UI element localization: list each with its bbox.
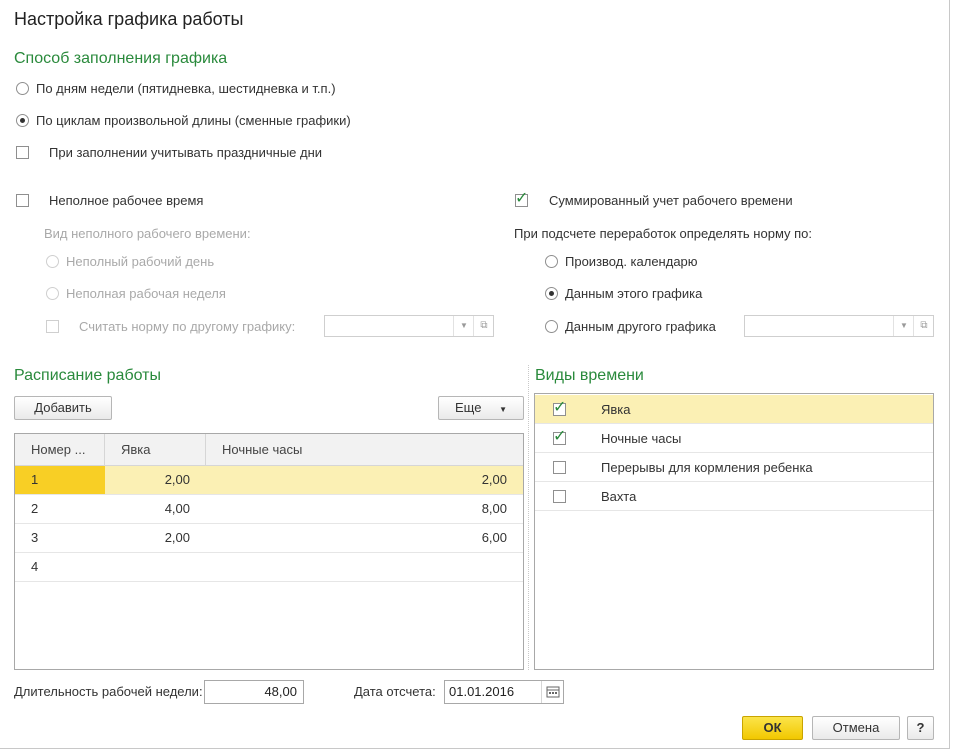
check-mark-icon: ✓ (553, 428, 567, 445)
more-button-label: Еще (455, 400, 482, 415)
time-type-checkbox[interactable] (553, 490, 566, 503)
radio-norm-calendar[interactable] (545, 255, 558, 268)
cell-number: 4 (31, 559, 39, 574)
overtime-norm-label: При подсчете переработок определять норм… (514, 226, 813, 241)
window-title: Настройка графика работы (14, 9, 244, 29)
dropdown-arrow-icon[interactable]: ▼ (893, 316, 914, 336)
schedule-table-header: Номер ... Явка Ночные часы (15, 434, 523, 466)
cell-yavka: 2,00 (164, 530, 190, 545)
part-time-kind-label: Вид неполного рабочего времени: (44, 226, 251, 241)
cell-yavka: 4,00 (164, 501, 190, 516)
fill-method-heading: Способ заполнения графика (14, 50, 228, 67)
schedule-table[interactable]: Номер ... Явка Ночные часы 1 2,00 2,00 2… (14, 433, 524, 670)
cell-number: 1 (15, 466, 105, 494)
cell-night-hours: 6,00 (481, 530, 507, 545)
cell-yavka: 2,00 (164, 472, 190, 487)
radio-part-time-week-label[interactable]: Неполная рабочая неделя (66, 286, 226, 301)
table-row[interactable]: 2 4,00 8,00 (15, 495, 523, 524)
cell-night-hours: 8,00 (481, 501, 507, 516)
radio-norm-other-schedule-label[interactable]: Данным другого графика (565, 319, 716, 334)
summary-accounting-checkbox[interactable]: ✓ (515, 190, 529, 207)
add-button[interactable]: Добавить (14, 396, 112, 420)
summary-accounting-label[interactable]: Суммированный учет рабочего времени (549, 193, 793, 208)
time-types-heading: Виды времени (535, 367, 644, 384)
time-type-label: Вахта (601, 489, 637, 504)
holidays-label[interactable]: При заполнении учитывать праздничные дни (49, 145, 322, 160)
cell-night-hours: 2,00 (481, 472, 507, 487)
radio-fill-weekdays[interactable] (16, 82, 29, 95)
ref-date-label: Дата отсчета: (354, 684, 436, 699)
table-row[interactable]: 4 (15, 553, 523, 582)
more-button[interactable]: Еще ▼ (438, 396, 524, 420)
time-type-label: Ночные часы (601, 431, 682, 446)
time-type-label: Явка (601, 402, 631, 417)
week-duration-input[interactable]: 48,00 (204, 680, 304, 704)
check-mark-icon: ✓ (553, 399, 567, 416)
cell-number: 3 (31, 530, 39, 545)
cell-yavka (105, 553, 206, 581)
table-row[interactable]: 3 2,00 6,00 (15, 524, 523, 553)
help-button[interactable]: ? (907, 716, 934, 740)
radio-part-time-week[interactable] (46, 287, 59, 300)
list-item[interactable]: ✓ Ночные часы (535, 424, 933, 453)
cell-night-hours (206, 553, 523, 581)
radio-fill-weekdays-label[interactable]: По дням недели (пятидневка, шестидневка … (36, 81, 336, 96)
calendar-icon[interactable] (541, 681, 564, 703)
radio-fill-cycles[interactable] (16, 114, 29, 127)
time-type-checkbox[interactable] (553, 461, 566, 474)
ok-button[interactable]: ОК (742, 716, 803, 740)
more-menu-arrow-icon: ▼ (499, 405, 507, 414)
part-time-checkbox[interactable] (16, 194, 29, 207)
open-form-icon[interactable]: ⧉ (913, 316, 934, 336)
schedule-heading: Расписание работы (14, 367, 161, 384)
dropdown-arrow-icon[interactable]: ▼ (453, 316, 474, 336)
time-type-label: Перерывы для кормления ребенка (601, 460, 813, 475)
holidays-checkbox[interactable] (16, 146, 29, 159)
time-types-list[interactable]: ✓ Явка ✓ Ночные часы Перерывы для кормле… (534, 393, 934, 670)
open-form-icon[interactable]: ⧉ (473, 316, 494, 336)
cell-number: 2 (31, 501, 39, 516)
list-item[interactable]: ✓ Явка (535, 395, 933, 424)
cancel-button[interactable]: Отмена (812, 716, 900, 740)
ref-date-value: 01.01.2016 (449, 684, 515, 699)
list-item[interactable]: Вахта (535, 482, 933, 511)
radio-fill-cycles-label[interactable]: По циклам произвольной длины (сменные гр… (36, 113, 351, 128)
column-number[interactable]: Номер ... (15, 434, 105, 465)
list-item[interactable]: Перерывы для кормления ребенка (535, 453, 933, 482)
section-divider (528, 365, 529, 670)
time-type-checkbox[interactable]: ✓ (553, 428, 567, 445)
radio-part-time-day[interactable] (46, 255, 59, 268)
radio-norm-calendar-label[interactable]: Производ. календарю (565, 254, 698, 269)
radio-norm-this-schedule-label[interactable]: Данным этого графика (565, 286, 702, 301)
other-schedule-norm-label[interactable]: Считать норму по другому графику: (79, 319, 295, 334)
week-duration-label: Длительность рабочей недели: (14, 684, 203, 699)
part-time-label[interactable]: Неполное рабочее время (49, 193, 203, 208)
radio-norm-other-schedule[interactable] (545, 320, 558, 333)
table-row[interactable]: 1 2,00 2,00 (15, 466, 523, 495)
ref-date-input[interactable]: 01.01.2016 (444, 680, 564, 704)
radio-part-time-day-label[interactable]: Неполный рабочий день (66, 254, 214, 269)
other-schedule-norm-checkbox[interactable] (46, 320, 59, 333)
norm-other-schedule-combo[interactable]: ▼ ⧉ (744, 315, 934, 337)
column-yavka[interactable]: Явка (105, 434, 206, 465)
time-type-checkbox[interactable]: ✓ (553, 399, 567, 416)
column-night-hours[interactable]: Ночные часы (206, 434, 523, 465)
other-schedule-norm-combo[interactable]: ▼ ⧉ (324, 315, 494, 337)
radio-norm-this-schedule[interactable] (545, 287, 558, 300)
check-mark-icon: ✓ (515, 190, 529, 207)
